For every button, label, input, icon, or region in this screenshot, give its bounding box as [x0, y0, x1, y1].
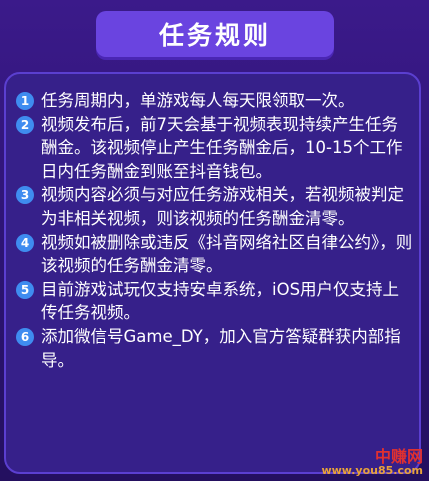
rule-item-4: 4 视频如被删除或违反《抖音网络社区自律公约》，则该视频的任务酬金清零。 [14, 231, 414, 278]
number-4-icon: 4 [16, 233, 34, 252]
rule-text: 视频如被删除或违反《抖音网络社区自律公约》，则该视频的任务酬金清零。 [41, 232, 413, 276]
rule-text: 任务周期内，单游戏每人每天限领取一次。 [41, 91, 355, 110]
number-5-icon: 5 [16, 280, 34, 299]
rule-item-6: 6 添加微信号Game_DY，加入官方答疑群获内部指导。 [14, 325, 414, 372]
page-title-banner: 任务规则 [96, 11, 334, 57]
rule-item-2: 2 视频发布后，前7天会基于视频表现持续产生任务酬金。该视频停止产生任务酬金后，… [14, 113, 414, 184]
rule-item-5: 5 目前游戏试玩仅支持安卓系统，iOS用户仅支持上传任务视频。 [14, 278, 414, 325]
rule-text: 视频内容必须与对应任务游戏相关，若视频被判定为非相关视频，则该视频的任务酬金清零… [41, 185, 404, 228]
rule-item-3: 3 视频内容必须与对应任务游戏相关，若视频被判定为非相关视频，则该视频的任务酬金… [14, 183, 414, 230]
page-title: 任务规则 [158, 21, 271, 50]
number-2-icon: 2 [16, 115, 34, 134]
rule-text: 视频发布后，前7天会基于视频表现持续产生任务酬金。该视频停止产生任务酬金后，10… [41, 114, 403, 181]
rules-list: 1 任务周期内，单游戏每人每天限领取一次。 2 视频发布后，前7天会基于视频表现… [14, 89, 414, 372]
number-6-icon: 6 [16, 327, 34, 346]
watermark: 中赚网 www.you85.com [321, 446, 423, 478]
rule-item-1: 1 任务周期内，单游戏每人每天限领取一次。 [14, 89, 414, 113]
rule-text: 添加微信号Game_DY，加入官方答疑群获内部指导。 [41, 326, 401, 370]
number-1-icon: 1 [16, 92, 34, 110]
watermark-name: 中赚网 [374, 446, 423, 466]
rule-text: 目前游戏试玩仅支持安卓系统，iOS用户仅支持上传任务视频。 [41, 279, 400, 323]
watermark-url: www.you85.com [321, 464, 423, 478]
number-3-icon: 3 [16, 186, 34, 205]
